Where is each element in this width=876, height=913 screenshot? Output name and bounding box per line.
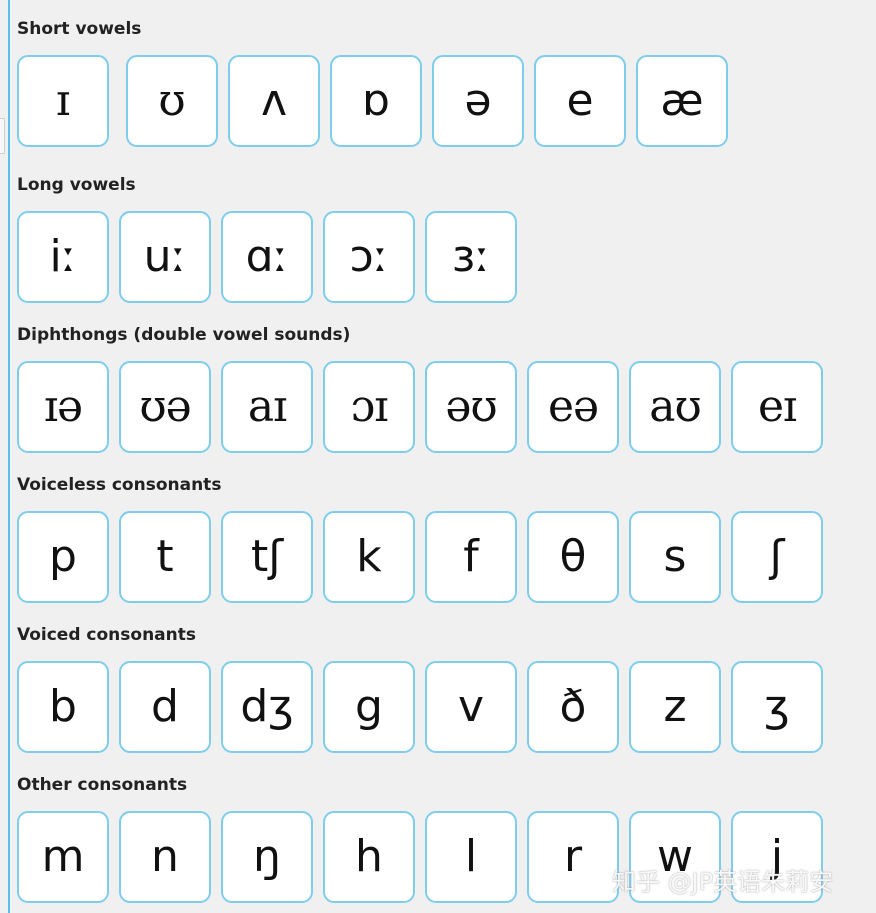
phoneme-symbol: ʌ <box>260 75 288 126</box>
phoneme-tile[interactable]: ʌ <box>228 55 320 147</box>
phoneme-tile[interactable]: z <box>629 661 721 753</box>
phoneme-symbol: dʒ <box>240 681 294 732</box>
phoneme-symbol: əʊ <box>445 381 497 432</box>
phoneme-symbol: ɔɪ <box>350 381 389 432</box>
phoneme-symbol: ð <box>559 681 587 732</box>
phoneme-tile[interactable]: ɒ <box>330 55 422 147</box>
phoneme-symbol: k <box>356 531 382 582</box>
phoneme-symbol: ʊ <box>158 75 186 126</box>
phoneme-tile[interactable]: t <box>119 511 211 603</box>
phoneme-symbol: l <box>464 831 478 882</box>
phoneme-tile[interactable]: uː <box>119 211 211 303</box>
phoneme-symbol: iː <box>49 231 77 282</box>
phoneme-tile[interactable]: f <box>425 511 517 603</box>
phoneme-symbol: ɒ <box>362 75 390 126</box>
section-heading: Voiced consonants <box>17 625 197 645</box>
phoneme-tile[interactable]: ʃ <box>731 511 823 603</box>
phoneme-symbol: ə <box>464 75 492 126</box>
phoneme-tile[interactable]: eɪ <box>731 361 823 453</box>
phoneme-symbol: r <box>563 831 583 882</box>
phoneme-symbol: aʊ <box>649 381 702 432</box>
phoneme-symbol: ʒ <box>764 681 790 732</box>
phoneme-tile[interactable]: l <box>425 811 517 903</box>
phoneme-tile[interactable]: ʊ <box>126 55 218 147</box>
phoneme-tile[interactable]: dʒ <box>221 661 313 753</box>
phoneme-tile[interactable]: eə <box>527 361 619 453</box>
phoneme-tile[interactable]: p <box>17 511 109 603</box>
phoneme-symbol: m <box>41 831 85 882</box>
phoneme-symbol: v <box>457 681 485 732</box>
phoneme-tile[interactable]: əʊ <box>425 361 517 453</box>
phoneme-tile[interactable]: m <box>17 811 109 903</box>
phoneme-symbol: n <box>151 831 179 882</box>
phoneme-tile[interactable]: θ <box>527 511 619 603</box>
section-heading: Other consonants <box>17 775 188 795</box>
section-heading: Diphthongs (double vowel sounds) <box>17 325 351 345</box>
phoneme-symbol: d <box>151 681 179 732</box>
phoneme-symbol: æ <box>660 75 704 126</box>
phoneme-tile[interactable]: æ <box>636 55 728 147</box>
phoneme-symbol: eɪ <box>757 381 797 432</box>
phoneme-tile[interactable]: j <box>731 811 823 903</box>
phoneme-tile[interactable]: ɪə <box>17 361 109 453</box>
phoneme-symbol: t <box>156 531 174 582</box>
left-border-rule <box>8 0 10 913</box>
phoneme-tile[interactable]: ʒ <box>731 661 823 753</box>
phoneme-tile[interactable]: aʊ <box>629 361 721 453</box>
phoneme-symbol: ŋ <box>253 831 281 882</box>
phoneme-tile[interactable]: ɑː <box>221 211 313 303</box>
phoneme-symbol: uː <box>143 231 187 282</box>
section-heading: Long vowels <box>17 175 136 195</box>
phoneme-tile[interactable]: w <box>629 811 721 903</box>
phoneme-symbol: e <box>566 75 594 126</box>
phoneme-tile[interactable]: ŋ <box>221 811 313 903</box>
phoneme-tile[interactable]: e <box>534 55 626 147</box>
phoneme-tile[interactable]: aɪ <box>221 361 313 453</box>
phoneme-symbol: z <box>663 681 687 732</box>
phoneme-symbol: ʃ <box>769 531 785 582</box>
section-heading: Voiceless consonants <box>17 475 222 495</box>
phoneme-tile[interactable]: r <box>527 811 619 903</box>
phoneme-symbol: ɪə <box>43 381 83 432</box>
phoneme-tile[interactable]: ð <box>527 661 619 753</box>
phoneme-symbol: ɜː <box>451 231 491 282</box>
phoneme-symbol: ʊə <box>139 381 191 432</box>
phoneme-tile[interactable]: v <box>425 661 517 753</box>
phoneme-symbol: ɑː <box>245 231 289 282</box>
section-heading: Short vowels <box>17 19 142 39</box>
phoneme-symbol: w <box>657 831 693 882</box>
phoneme-tile[interactable]: g <box>323 661 415 753</box>
phoneme-tile[interactable]: k <box>323 511 415 603</box>
phoneme-tile[interactable]: iː <box>17 211 109 303</box>
phoneme-symbol: b <box>49 681 77 732</box>
phoneme-symbol: tʃ <box>250 531 284 582</box>
phoneme-tile[interactable]: tʃ <box>221 511 313 603</box>
phoneme-symbol: eə <box>547 381 599 432</box>
phoneme-symbol: θ <box>559 531 587 582</box>
phoneme-tile[interactable]: ə <box>432 55 524 147</box>
phoneme-symbol: j <box>770 831 784 882</box>
phoneme-tile[interactable]: n <box>119 811 211 903</box>
phoneme-tile[interactable]: ɪ <box>17 55 109 147</box>
phoneme-tile[interactable]: ɔː <box>323 211 415 303</box>
phoneme-symbol: aɪ <box>247 381 287 432</box>
phoneme-symbol: h <box>355 831 383 882</box>
phoneme-symbol: ɔː <box>349 231 389 282</box>
edge-scroll-fragment <box>0 118 5 154</box>
phoneme-tile[interactable]: h <box>323 811 415 903</box>
phoneme-tile[interactable]: b <box>17 661 109 753</box>
phoneme-tile[interactable]: d <box>119 661 211 753</box>
phoneme-tile[interactable]: ɔɪ <box>323 361 415 453</box>
phoneme-symbol: ɪ <box>55 75 71 126</box>
phoneme-symbol: g <box>355 681 383 732</box>
phoneme-tile[interactable]: ɜː <box>425 211 517 303</box>
phoneme-tile[interactable]: s <box>629 511 721 603</box>
phoneme-symbol: s <box>663 531 687 582</box>
phoneme-tile[interactable]: ʊə <box>119 361 211 453</box>
phoneme-symbol: f <box>463 531 479 582</box>
phoneme-symbol: p <box>49 531 77 582</box>
